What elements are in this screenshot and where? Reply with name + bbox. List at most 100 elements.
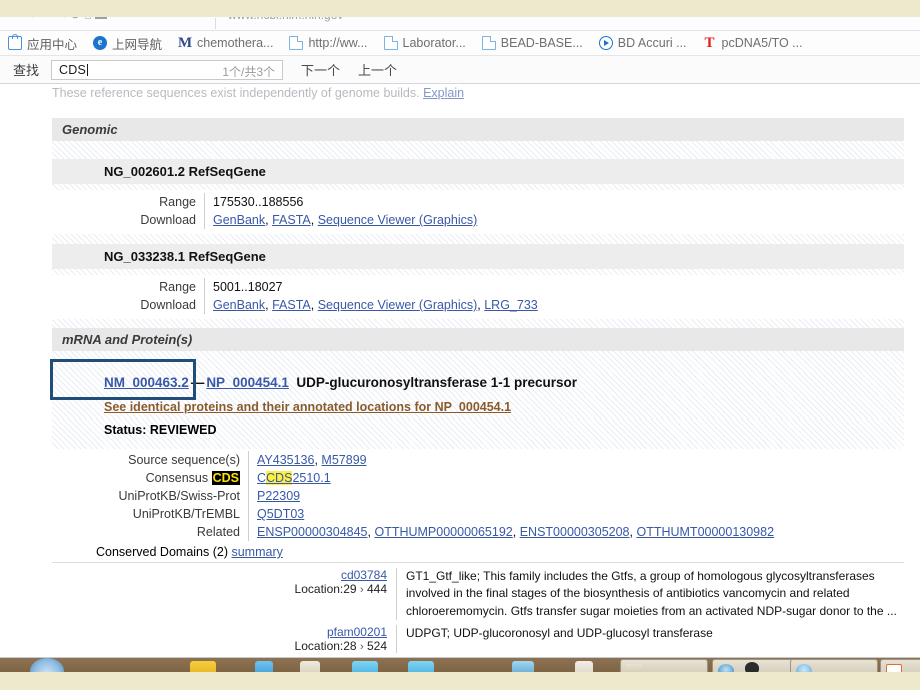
- row-value: P22309: [248, 487, 300, 505]
- table-row: cd03784 Location:29 › 444 GT1_Gtf_like; …: [96, 563, 904, 621]
- related-link[interactable]: ENSP00000304845: [257, 525, 368, 539]
- screen: ⟵ ⟶ ⟳ ⌂ ▬ www.ncbi.nlm.nih.gov 应用中心 e 上网…: [0, 0, 920, 690]
- bookmark-item[interactable]: BD Accuri ...: [598, 36, 687, 50]
- related-link[interactable]: ENST00000305208: [520, 525, 630, 539]
- domain-location: Location:29 › 444: [96, 582, 396, 596]
- download-genbank-link[interactable]: GenBank: [213, 213, 265, 227]
- page-content: These reference sequences exist independ…: [0, 84, 920, 658]
- row-key: Range: [159, 195, 196, 209]
- bookmark-label: BD Accuri ...: [617, 36, 687, 50]
- domain-accession-line: cd03784: [96, 568, 396, 582]
- ccds-link[interactable]: CCDS2510.1: [257, 471, 331, 485]
- find-input[interactable]: CDS 1个/共3个: [51, 59, 284, 80]
- sequence-viewer-link[interactable]: Sequence Viewer (Graphics): [318, 213, 478, 227]
- bookmark-item[interactable]: BEAD-BASE...: [481, 36, 583, 50]
- record-rows: Range 175530..188556 Download GenBank, F…: [52, 190, 904, 234]
- bookmark-label: 上网导航: [112, 37, 163, 52]
- ccds-suffix: 2510.1: [292, 471, 331, 485]
- mendeley-m-icon: M: [178, 35, 193, 51]
- bookmark-label: BEAD-BASE...: [500, 36, 583, 50]
- chevron-right-icon: ›: [359, 584, 364, 596]
- table-row: Consensus CDS CCDS2510.1: [96, 469, 904, 487]
- page-doc-icon: [383, 36, 398, 50]
- row-value: 5001..18027: [204, 278, 283, 296]
- bookmark-label: Laborator...: [402, 36, 466, 50]
- domain-accession-link[interactable]: cd03784: [341, 568, 387, 582]
- bookmark-label: 应用中心: [27, 37, 78, 52]
- domain-description: UDPGT; UDP-glucoronosyl and UDP-glucosyl…: [406, 626, 713, 641]
- conserved-domains-table: cd03784 Location:29 › 444 GT1_Gtf_like; …: [52, 562, 904, 658]
- source-seq-link[interactable]: M57899: [321, 453, 366, 467]
- table-row: Range 5001..18027: [52, 278, 904, 296]
- conserved-domains-label: Conserved Domains (2): [96, 545, 228, 559]
- lrg-link[interactable]: LRG_733: [484, 298, 538, 312]
- bookmark-item[interactable]: T pcDNA5/TO ...: [703, 35, 803, 51]
- row-key: Related: [196, 525, 240, 539]
- protein-description: UDP-glucuronosyltransferase 1-1 precurso…: [296, 375, 577, 390]
- text-caret: [87, 63, 89, 76]
- trembl-link[interactable]: Q5DT03: [257, 507, 304, 521]
- table-row: UniProtKB/Swiss-Prot P22309: [96, 487, 904, 505]
- red-t-icon: T: [704, 35, 715, 51]
- find-bar[interactable]: 查找 CDS 1个/共3个 下一个 上一个: [0, 56, 920, 84]
- find-previous-button[interactable]: 上一个: [358, 60, 397, 79]
- bookmark-label: pcDNA5/TO ...: [721, 36, 803, 50]
- explain-link[interactable]: Explain: [423, 86, 464, 100]
- table-row: UniProtKB/TrEMBL Q5DT03: [96, 505, 904, 523]
- row-key: Range: [159, 280, 196, 294]
- bookmark-label: chemothera...: [197, 36, 274, 50]
- row-key: Source sequence(s): [128, 453, 240, 467]
- row-value: 175530..188556: [204, 193, 303, 211]
- app-bag-icon: [8, 34, 22, 50]
- row-key: Download: [140, 298, 196, 312]
- bookmark-item[interactable]: e 上网导航: [93, 34, 162, 53]
- domain-location-end: 444: [366, 582, 387, 596]
- source-seq-link[interactable]: AY435136: [257, 453, 314, 467]
- find-match-count: 1个/共3个: [222, 64, 276, 79]
- row-value: GenBank, FASTA, Sequence Viewer (Graphic…: [204, 211, 477, 229]
- domain-location-start: Location:29: [294, 582, 357, 596]
- find-label: 查找: [13, 63, 40, 78]
- bookmark-item[interactable]: Laborator...: [383, 36, 466, 50]
- row-key: UniProtKB/TrEMBL: [132, 507, 240, 521]
- play-circle-icon: [598, 36, 613, 50]
- bookmark-item[interactable]: M chemothera...: [178, 35, 274, 51]
- download-genbank-link[interactable]: GenBank: [213, 298, 265, 312]
- protein-accession-link[interactable]: NP_000454.1: [206, 375, 289, 390]
- browser-e-icon: e: [93, 36, 108, 50]
- conserved-domains-summary-link[interactable]: summary: [231, 545, 282, 559]
- find-input-value: CDS: [59, 62, 87, 77]
- domain-description: GT1_Gtf_like; This family includes the G…: [406, 569, 897, 618]
- related-link[interactable]: OTTHUMP00000065192: [374, 525, 512, 539]
- sequence-viewer-link[interactable]: Sequence Viewer (Graphics): [318, 298, 478, 312]
- table-row: Source sequence(s) AY435136, M57899: [96, 451, 904, 469]
- chevron-right-icon: ›: [359, 641, 364, 654]
- conserved-domains-header: Conserved Domains (2) summary: [52, 541, 904, 562]
- record-name: NG_002601.2 RefSeqGene: [52, 159, 904, 184]
- find-highlight-active: CDS: [211, 471, 240, 485]
- record-details-table: Source sequence(s) AY435136, M57899 Cons…: [52, 449, 904, 541]
- bookmark-label: http://ww...: [308, 36, 368, 50]
- row-value: Q5DT03: [248, 505, 304, 523]
- bookmark-item[interactable]: http://ww...: [289, 36, 368, 50]
- record-name: NG_033238.1 RefSeqGene: [52, 244, 904, 269]
- table-row: pfam00201 Location:28 › 524 UDPGT; UDP-g…: [96, 620, 904, 658]
- record-rows: Range 5001..18027 Download GenBank, FAST…: [52, 275, 904, 319]
- desktop-top-band: [0, 0, 920, 17]
- download-fasta-link[interactable]: FASTA: [272, 213, 311, 227]
- swissprot-link[interactable]: P22309: [257, 489, 300, 503]
- domain-meta: cd03784 Location:29 › 444: [96, 568, 397, 621]
- row-key: Download: [140, 213, 196, 227]
- domain-location-start: Location:28: [294, 639, 357, 654]
- related-link[interactable]: OTTHUMT00000130982: [636, 525, 774, 539]
- section-title: Genomic: [52, 118, 904, 141]
- bookmark-item[interactable]: 应用中心: [8, 34, 77, 53]
- desktop-bottom-band: [0, 672, 920, 690]
- page-doc-icon: [289, 36, 304, 50]
- domain-accession-link[interactable]: pfam00201: [327, 625, 387, 639]
- bookmarks-bar[interactable]: 应用中心 e 上网导航 M chemothera... http://ww...…: [0, 31, 920, 56]
- identical-proteins-link[interactable]: See identical proteins and their annotat…: [104, 400, 511, 414]
- domain-meta: pfam00201 Location:28 › 524: [96, 625, 397, 654]
- find-next-button[interactable]: 下一个: [301, 60, 340, 79]
- download-fasta-link[interactable]: FASTA: [272, 298, 311, 312]
